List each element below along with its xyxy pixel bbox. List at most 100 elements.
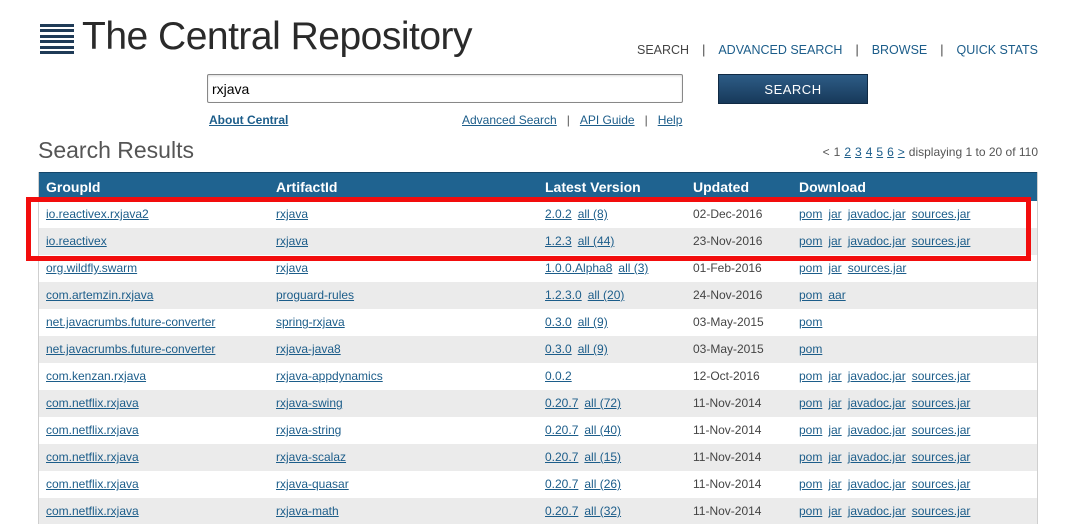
nav-advanced-search[interactable]: ADVANCED SEARCH (718, 43, 842, 57)
download-link-jar[interactable]: jar (828, 207, 841, 221)
download-link-jar[interactable]: jar (828, 423, 841, 437)
all-versions-link[interactable]: all (15) (584, 450, 621, 464)
pager-page-3[interactable]: 3 (855, 145, 862, 159)
pager-page-4[interactable]: 4 (866, 145, 873, 159)
artifactid-link[interactable]: rxjava-string (276, 423, 341, 437)
latest-version-link[interactable]: 1.2.3 (545, 234, 572, 248)
download-link-jar[interactable]: jar (828, 396, 841, 410)
all-versions-link[interactable]: all (32) (584, 504, 621, 518)
download-link-aar[interactable]: aar (828, 288, 845, 302)
latest-version-link[interactable]: 0.20.7 (545, 450, 578, 464)
download-link-pom[interactable]: pom (799, 369, 822, 383)
latest-version-link[interactable]: 0.3.0 (545, 315, 572, 329)
artifactid-link[interactable]: rxjava-scalaz (276, 450, 346, 464)
download-link-sources-jar[interactable]: sources.jar (912, 396, 971, 410)
download-link-jar[interactable]: jar (828, 504, 841, 518)
download-link-sources-jar[interactable]: sources.jar (912, 504, 971, 518)
download-link-sources-jar[interactable]: sources.jar (848, 261, 907, 275)
download-link-pom[interactable]: pom (799, 450, 822, 464)
all-versions-link[interactable]: all (8) (578, 207, 608, 221)
artifactid-link[interactable]: spring-rxjava (276, 315, 345, 329)
latest-version-link[interactable]: 1.0.0.Alpha8 (545, 261, 612, 275)
search-button[interactable]: SEARCH (718, 74, 868, 104)
all-versions-link[interactable]: all (20) (588, 288, 625, 302)
download-link-jar[interactable]: jar (828, 450, 841, 464)
download-link-jar[interactable]: jar (828, 234, 841, 248)
download-link-javadoc-jar[interactable]: javadoc.jar (848, 423, 906, 437)
download-link-sources-jar[interactable]: sources.jar (912, 423, 971, 437)
download-link-jar[interactable]: jar (828, 369, 841, 383)
column-header-artifactid[interactable]: ArtifactId (268, 172, 537, 201)
groupid-link[interactable]: io.reactivex.rxjava2 (46, 207, 149, 221)
download-link-sources-jar[interactable]: sources.jar (912, 477, 971, 491)
column-header-latest-version[interactable]: Latest Version (537, 172, 685, 201)
artifactid-link[interactable]: rxjava-appdynamics (276, 369, 383, 383)
all-versions-link[interactable]: all (9) (578, 315, 608, 329)
download-link-javadoc-jar[interactable]: javadoc.jar (848, 396, 906, 410)
all-versions-link[interactable]: all (3) (618, 261, 648, 275)
download-link-jar[interactable]: jar (828, 477, 841, 491)
advanced-search-link[interactable]: Advanced Search (462, 113, 557, 127)
groupid-link[interactable]: com.netflix.rxjava (46, 450, 139, 464)
download-link-sources-jar[interactable]: sources.jar (912, 369, 971, 383)
download-link-javadoc-jar[interactable]: javadoc.jar (848, 234, 906, 248)
all-versions-link[interactable]: all (44) (578, 234, 615, 248)
download-link-pom[interactable]: pom (799, 477, 822, 491)
api-guide-link[interactable]: API Guide (580, 113, 635, 127)
download-link-javadoc-jar[interactable]: javadoc.jar (848, 369, 906, 383)
search-input[interactable] (207, 74, 683, 103)
latest-version-link[interactable]: 0.3.0 (545, 342, 572, 356)
help-link[interactable]: Help (658, 113, 683, 127)
download-link-javadoc-jar[interactable]: javadoc.jar (848, 450, 906, 464)
latest-version-link[interactable]: 0.20.7 (545, 396, 578, 410)
groupid-link[interactable]: net.javacrumbs.future-converter (46, 315, 215, 329)
download-link-pom[interactable]: pom (799, 423, 822, 437)
download-link-pom[interactable]: pom (799, 396, 822, 410)
download-link-pom[interactable]: pom (799, 504, 822, 518)
artifactid-link[interactable]: rxjava-java8 (276, 342, 341, 356)
artifactid-link[interactable]: rxjava-quasar (276, 477, 349, 491)
artifactid-link[interactable]: rxjava-swing (276, 396, 343, 410)
download-link-javadoc-jar[interactable]: javadoc.jar (848, 477, 906, 491)
groupid-link[interactable]: com.netflix.rxjava (46, 504, 139, 518)
groupid-link[interactable]: io.reactivex (46, 234, 107, 248)
latest-version-link[interactable]: 0.20.7 (545, 423, 578, 437)
groupid-link[interactable]: net.javacrumbs.future-converter (46, 342, 215, 356)
download-link-pom[interactable]: pom (799, 207, 822, 221)
nav-quick-stats[interactable]: QUICK STATS (957, 43, 1039, 57)
groupid-link[interactable]: com.netflix.rxjava (46, 477, 139, 491)
artifactid-link[interactable]: proguard-rules (276, 288, 354, 302)
pager-next[interactable]: > (898, 145, 905, 159)
download-link-pom[interactable]: pom (799, 315, 822, 329)
download-link-pom[interactable]: pom (799, 342, 822, 356)
artifactid-link[interactable]: rxjava-math (276, 504, 339, 518)
pager-page-2[interactable]: 2 (844, 145, 851, 159)
download-link-javadoc-jar[interactable]: javadoc.jar (848, 504, 906, 518)
download-link-javadoc-jar[interactable]: javadoc.jar (848, 207, 906, 221)
artifactid-link[interactable]: rxjava (276, 207, 308, 221)
column-header-updated[interactable]: Updated (685, 172, 791, 201)
download-link-pom[interactable]: pom (799, 234, 822, 248)
artifactid-link[interactable]: rxjava (276, 234, 308, 248)
all-versions-link[interactable]: all (26) (584, 477, 621, 491)
download-link-sources-jar[interactable]: sources.jar (912, 207, 971, 221)
all-versions-link[interactable]: all (9) (578, 342, 608, 356)
pager-page-5[interactable]: 5 (876, 145, 883, 159)
nav-search[interactable]: SEARCH (637, 43, 689, 57)
latest-version-link[interactable]: 0.0.2 (545, 369, 572, 383)
latest-version-link[interactable]: 0.20.7 (545, 504, 578, 518)
download-link-sources-jar[interactable]: sources.jar (912, 234, 971, 248)
download-link-pom[interactable]: pom (799, 261, 822, 275)
groupid-link[interactable]: com.kenzan.rxjava (46, 369, 146, 383)
logo[interactable]: The Central Repository (40, 14, 473, 60)
download-link-sources-jar[interactable]: sources.jar (912, 450, 971, 464)
all-versions-link[interactable]: all (40) (584, 423, 621, 437)
groupid-link[interactable]: com.artemzin.rxjava (46, 288, 153, 302)
pager-page-6[interactable]: 6 (887, 145, 894, 159)
column-header-groupid[interactable]: GroupId (38, 172, 268, 201)
nav-browse[interactable]: BROWSE (872, 43, 928, 57)
latest-version-link[interactable]: 2.0.2 (545, 207, 572, 221)
artifactid-link[interactable]: rxjava (276, 261, 308, 275)
download-link-pom[interactable]: pom (799, 288, 822, 302)
groupid-link[interactable]: org.wildfly.swarm (46, 261, 137, 275)
